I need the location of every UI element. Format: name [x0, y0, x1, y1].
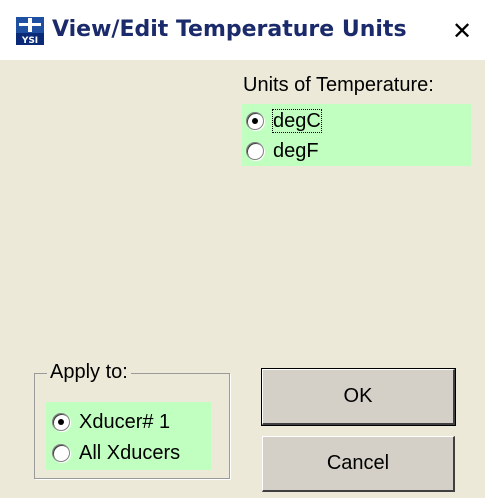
apply-to-radio-group: Xducer# 1 All Xducers	[46, 402, 211, 470]
radio-degc[interactable]: degC	[246, 109, 322, 133]
radio-xducer-1[interactable]: Xducer# 1	[52, 411, 170, 433]
units-of-temperature-label: Units of Temperature:	[243, 74, 434, 96]
app-icon-text: YSI	[21, 36, 38, 45]
title-bar[interactable]: YSI View/Edit Temperature Units ✕	[0, 0, 486, 60]
radio-all-xducers-label[interactable]: All Xducers	[79, 442, 180, 464]
cancel-button[interactable]: Cancel	[262, 436, 455, 492]
apply-to-label: Apply to:	[47, 361, 131, 384]
window-title: View/Edit Temperature Units	[52, 17, 407, 42]
radio-degf-label[interactable]: degF	[273, 140, 319, 162]
radio-all-xducers-indicator[interactable]	[52, 444, 70, 462]
dialog-window: YSI View/Edit Temperature Units ✕ Units …	[0, 0, 486, 498]
radio-degf-indicator[interactable]	[246, 142, 264, 160]
radio-degc-label[interactable]: degC	[272, 109, 322, 133]
radio-xducer-1-indicator[interactable]	[52, 413, 70, 431]
radio-degf[interactable]: degF	[246, 140, 319, 162]
close-button[interactable]: ✕	[448, 17, 476, 45]
close-icon: ✕	[451, 17, 473, 45]
ysi-app-icon: YSI	[16, 17, 44, 45]
units-radio-group: degC degF	[242, 104, 471, 166]
radio-all-xducers[interactable]: All Xducers	[52, 442, 180, 464]
radio-degc-indicator[interactable]	[246, 112, 264, 130]
radio-xducer-1-label[interactable]: Xducer# 1	[79, 411, 170, 433]
ok-button[interactable]: OK	[261, 368, 456, 426]
